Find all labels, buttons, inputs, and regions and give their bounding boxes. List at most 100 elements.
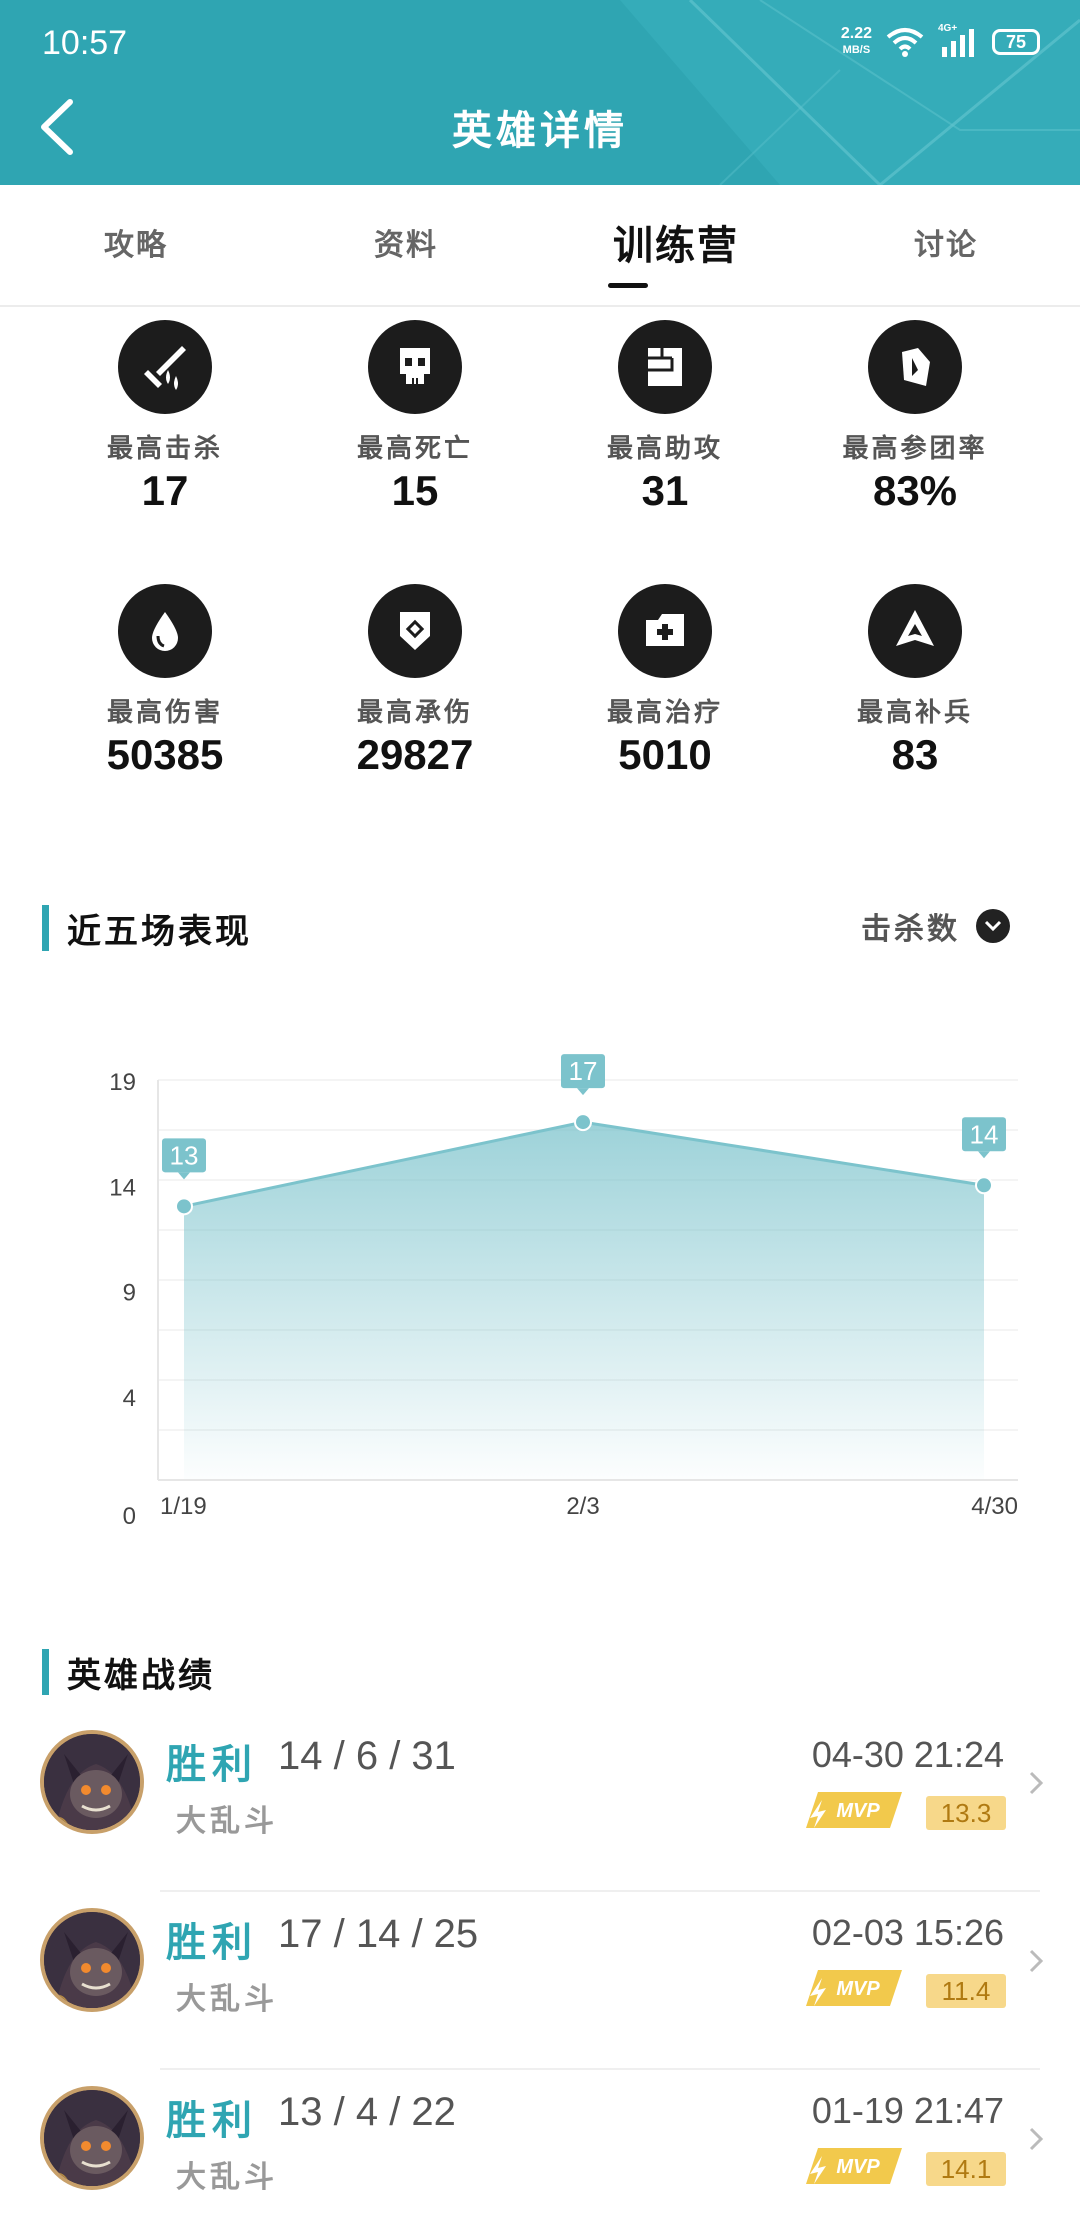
metric-dropdown[interactable]: 击杀数 bbox=[861, 904, 1010, 948]
stat-max-deaths: 最高死亡 15 bbox=[290, 320, 540, 515]
performance-title: 近五场表现 bbox=[67, 911, 252, 952]
cellular-signal-icon: 4G+ bbox=[938, 23, 978, 57]
svg-text:13: 13 bbox=[170, 1140, 199, 1170]
fist-icon bbox=[618, 320, 712, 414]
stat-max-participation: 最高参团率 83% bbox=[790, 320, 1040, 515]
blood-drop-icon bbox=[118, 584, 212, 678]
mvp-text: MVP bbox=[836, 1800, 880, 1822]
match-mode: 大乱斗 bbox=[176, 1804, 278, 1839]
stat-label: 最高补兵 bbox=[856, 698, 973, 728]
tab-discussion[interactable]: 讨论 bbox=[846, 185, 1046, 307]
tab-bar: 攻略 资料 训练营 讨论 bbox=[0, 185, 1080, 307]
app-header: 10:57 2.22 MB/S 4G+ 75 英雄详情 bbox=[0, 0, 1080, 185]
stat-value: 50385 bbox=[106, 731, 224, 778]
svg-text:17: 17 bbox=[569, 1056, 598, 1086]
status-icons: 2.22 MB/S 4G+ 75 bbox=[841, 23, 1040, 58]
stat-max-assists: 最高助攻 31 bbox=[540, 320, 790, 515]
records-title: 英雄战绩 bbox=[67, 1655, 215, 1696]
chart-data-point bbox=[975, 1176, 993, 1195]
match-score: 14.1 bbox=[926, 2152, 1006, 2186]
chart-data-label: 14 bbox=[962, 1117, 1006, 1159]
section-accent-bar bbox=[42, 905, 49, 951]
match-kda: 13 / 4 / 22 bbox=[278, 2090, 456, 2134]
page-title: 英雄详情 bbox=[452, 108, 628, 154]
match-score: 11.4 bbox=[926, 1974, 1006, 2008]
stat-value: 15 bbox=[391, 467, 439, 514]
match-mode: 大乱斗 bbox=[176, 2160, 278, 2195]
tab-training-camp[interactable]: 训练营 bbox=[576, 185, 776, 307]
performance-chart: 13 17 14 0 4 9 14 19 1/19 2/3 4/30 bbox=[109, 1054, 1018, 1530]
match-score: 13.3 bbox=[926, 1796, 1006, 1830]
stat-max-damage-taken: 最高承伤 29827 bbox=[290, 584, 540, 779]
match-record[interactable]: 胜利 17 / 14 / 25 大乱斗 02-03 15:26 MVP 11.4 bbox=[0, 1892, 1080, 2070]
stat-label: 最高击杀 bbox=[106, 434, 223, 464]
stat-max-last-hits: 最高补兵 83 bbox=[790, 584, 1040, 779]
tab-profile[interactable]: 资料 bbox=[306, 185, 506, 307]
stat-value: 17 bbox=[141, 467, 189, 514]
chevron-right-icon bbox=[1029, 2127, 1044, 2151]
chart-data-label: 17 bbox=[561, 1054, 605, 1096]
wifi-icon bbox=[886, 28, 924, 57]
stat-label: 最高承伤 bbox=[356, 698, 473, 728]
network-speed: 2.22 MB/S bbox=[841, 26, 872, 58]
stat-label: 最高助攻 bbox=[606, 434, 723, 464]
stat-value: 5010 bbox=[618, 731, 712, 778]
stat-max-healing: 最高治疗 5010 bbox=[540, 584, 790, 779]
network-speed-unit: MB/S bbox=[842, 44, 871, 56]
mvp-text: MVP bbox=[836, 1978, 880, 2000]
match-kda: 14 / 6 / 31 bbox=[278, 1734, 456, 1778]
skull-icon bbox=[368, 320, 462, 414]
shield-icon bbox=[368, 584, 462, 678]
match-result: 胜利 bbox=[166, 1742, 258, 1788]
performance-section-header: 近五场表现 bbox=[42, 904, 252, 952]
mvp-text: MVP bbox=[836, 2156, 880, 2178]
hero-avatar bbox=[40, 2086, 144, 2190]
chart-y-tick-label: 19 bbox=[109, 1069, 136, 1096]
match-mode: 大乱斗 bbox=[176, 1982, 278, 2017]
sword-icon bbox=[118, 320, 212, 414]
chart-x-tick-label: 4/30 bbox=[971, 1493, 1018, 1520]
stat-label: 最高参团率 bbox=[842, 434, 988, 464]
metric-dropdown-label: 击杀数 bbox=[861, 912, 960, 947]
active-tab-indicator bbox=[608, 283, 648, 288]
stat-value: 29827 bbox=[356, 731, 474, 778]
medkit-icon bbox=[618, 584, 712, 678]
chart-y-tick-label: 0 bbox=[123, 1503, 136, 1530]
stat-value: 31 bbox=[641, 467, 689, 514]
chevron-down-icon bbox=[976, 909, 1010, 943]
hero-avatar bbox=[40, 1908, 144, 2012]
svg-text:14: 14 bbox=[970, 1119, 999, 1149]
mvp-badge-icon: MVP bbox=[806, 1970, 902, 2006]
tower-icon bbox=[868, 584, 962, 678]
match-kda: 17 / 14 / 25 bbox=[278, 1912, 479, 1956]
stat-value: 83 bbox=[891, 731, 939, 778]
network-speed-value: 2.22 bbox=[840, 25, 872, 42]
chevron-right-icon bbox=[1029, 1949, 1044, 1973]
stat-value: 83% bbox=[872, 467, 958, 514]
stat-label: 最高死亡 bbox=[356, 434, 473, 464]
match-record[interactable]: 胜利 13 / 4 / 22 大乱斗 01-19 21:47 MVP 14.1 bbox=[0, 2070, 1080, 2232]
chart-x-tick-label: 2/3 bbox=[566, 1493, 599, 1520]
stat-label: 最高治疗 bbox=[606, 698, 723, 728]
shield-fist-icon bbox=[868, 320, 962, 414]
records-section-header: 英雄战绩 bbox=[42, 1648, 215, 1696]
battery-icon: 75 bbox=[992, 29, 1040, 55]
hero-avatar bbox=[40, 1730, 144, 1834]
match-time: 02-03 15:26 bbox=[811, 1912, 1004, 1953]
mvp-badge-icon: MVP bbox=[806, 1792, 902, 1828]
stat-max-kills: 最高击杀 17 bbox=[40, 320, 290, 515]
tab-guide[interactable]: 攻略 bbox=[36, 185, 236, 307]
match-time: 01-19 21:47 bbox=[811, 2090, 1004, 2131]
stat-max-damage: 最高伤害 50385 bbox=[40, 584, 290, 779]
section-accent-bar bbox=[42, 1649, 49, 1695]
chart-x-tick-label: 1/19 bbox=[160, 1493, 207, 1520]
match-result: 胜利 bbox=[166, 2098, 258, 2144]
match-record[interactable]: 胜利 14 / 6 / 31 大乱斗 04-30 21:24 MVP 13.3 bbox=[0, 1714, 1080, 1892]
match-time: 04-30 21:24 bbox=[811, 1734, 1004, 1775]
chart-area-fill bbox=[184, 1122, 984, 1480]
mvp-badge-icon: MVP bbox=[806, 2148, 902, 2184]
stat-label: 最高伤害 bbox=[106, 698, 223, 728]
chevron-right-icon bbox=[1029, 1771, 1044, 1795]
chart-data-point bbox=[574, 1113, 592, 1132]
chart-data-point bbox=[175, 1197, 193, 1216]
